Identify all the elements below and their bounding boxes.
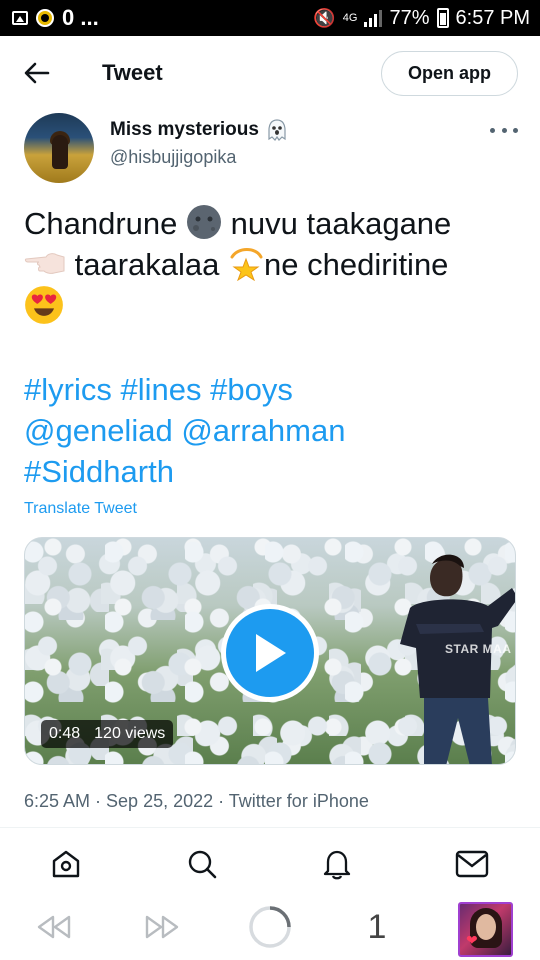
arrow-left-icon [24,62,50,84]
browser-reload-button[interactable] [247,905,293,949]
tab-home[interactable] [46,844,86,884]
tab-messages[interactable] [452,844,492,884]
author-display-name: Miss mysterious [110,119,259,140]
tweet-text-part: taarakalaa [74,247,220,282]
new-moon-face-icon [186,204,222,240]
ghost-icon [267,119,287,141]
back-button[interactable] [20,56,54,90]
hashtag-link[interactable]: #Siddharth [24,454,174,489]
hashtag-link[interactable]: #boys [210,372,293,407]
bottom-tab-bar [0,836,540,892]
gallery-notification-icon [12,11,28,25]
pointing-left-icon [24,245,66,281]
video-info-badge: 0:48 120 views [41,720,174,748]
tweet-text-part: nuvu taakagane [230,206,452,241]
tweet-timestamp: 6:25 AM · Sep 25, 2022 · Twitter for iPh… [24,791,369,811]
home-icon [52,850,80,878]
mentions-line: @geneliad @arrahman [24,410,345,451]
status-left-text: 0 ... [62,5,99,30]
tweet-header: Tweet Open app [0,36,540,110]
status-bar: 0 ... 🔇 4G 77% 6:57 PM [0,0,540,36]
status-time: 6:57 PM [455,6,530,29]
author-username[interactable]: @hisbujjigopika [110,147,236,168]
more-options-button[interactable] [490,120,518,140]
search-icon [188,850,217,879]
more-dot-icon [490,127,495,133]
video-thumbnail-person [400,554,515,764]
rewind-back-icon [37,915,71,939]
browser-back-button[interactable] [34,905,74,949]
translate-tweet-link[interactable]: Translate Tweet [24,500,137,518]
mute-vibrate-icon: 🔇 [313,7,336,28]
tweet-text-part: Chandrune [24,206,178,241]
dizzy-star-icon [228,245,264,282]
browser-tabs-button[interactable]: 1 [360,905,394,949]
network-type-label: 4G [342,12,358,24]
tweet-entities: #lyrics #lines #boys @geneliad @arrahman… [24,369,345,492]
fast-forward-icon [145,915,179,939]
notifications-bell-icon [323,850,351,880]
tweet-text-part: ne chediritine [264,247,449,282]
play-icon [256,634,286,672]
author-display-name-row[interactable]: Miss mysterious [110,119,287,141]
browser-forward-button[interactable] [142,905,182,949]
messages-envelope-icon [455,850,489,878]
tweet-text: Chandrune nuvu taakagane taarakalaa ne c… [24,203,516,329]
tab-notifications[interactable] [317,844,357,884]
battery-percent: 77% [389,6,430,29]
divider [0,827,540,828]
app-notification-icon [36,9,54,27]
hashtags-line: #Siddharth [24,451,345,492]
tab-search[interactable] [182,844,222,884]
video-watermark: STAR MAA [445,642,512,656]
page-title: Tweet [102,60,163,85]
browser-nav-bar: 1 ❤ [0,895,540,960]
open-app-button[interactable]: Open app [381,51,518,96]
author-avatar[interactable] [24,113,94,183]
signal-icon [364,9,383,27]
hashtags-line: #lyrics #lines #boys [24,369,345,410]
hashtag-link[interactable]: #lyrics [24,372,112,407]
status-bar-left: 0 ... [12,5,99,31]
loading-spinner-icon [249,906,291,948]
play-button[interactable] [221,604,319,702]
mention-link[interactable]: @arrahman [181,413,345,448]
video-views: 120 views [94,725,166,742]
video-duration: 0:48 [49,725,81,742]
video-player[interactable]: STAR MAA 0:48 120 views [24,537,516,765]
battery-icon [436,8,449,28]
profile-avatar-button[interactable]: ❤ [458,902,513,957]
status-bar-right: 🔇 4G 77% 6:57 PM [313,7,530,30]
mention-link[interactable]: @geneliad [24,413,173,448]
heart-eyes-icon [24,285,64,325]
tab-count: 1 [367,907,387,946]
heart-icon: ❤ [466,932,478,948]
hashtag-link[interactable]: #lines [120,372,201,407]
